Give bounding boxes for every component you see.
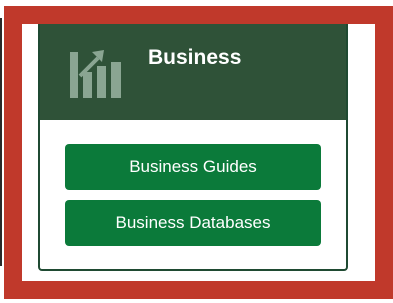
- page: Business Business Guides Business Databa…: [0, 0, 393, 303]
- business-guides-button[interactable]: Business Guides: [65, 144, 321, 190]
- card-header: Business: [40, 20, 346, 120]
- bar-chart-growth-icon: [68, 42, 126, 100]
- business-card: Business Business Guides Business Databa…: [38, 18, 348, 271]
- card-title: Business: [148, 46, 242, 69]
- page-left-border: [0, 18, 24, 266]
- business-databases-button[interactable]: Business Databases: [65, 200, 321, 246]
